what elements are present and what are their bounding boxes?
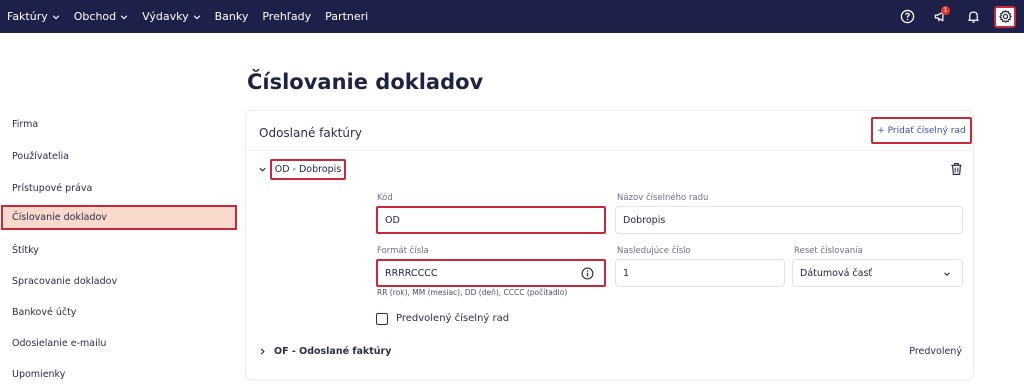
code-label: Kód bbox=[377, 193, 393, 203]
sidebar-item-upomienky[interactable]: Upomienky bbox=[12, 369, 65, 380]
settings-button[interactable] bbox=[994, 5, 1016, 28]
sidebar-item-pristupove-prava[interactable]: Prístupové práva bbox=[12, 183, 92, 194]
reset-select-value: Dátumová časť bbox=[800, 267, 873, 279]
trash-icon[interactable] bbox=[950, 162, 963, 176]
nav-faktury-label: Faktúry bbox=[7, 10, 48, 23]
reset-select[interactable]: Dátumová časť bbox=[792, 259, 963, 287]
next-number-input[interactable]: 1 bbox=[615, 259, 785, 287]
nav-prehlady[interactable]: Prehľady bbox=[262, 10, 311, 23]
nav-vydavky[interactable]: Výdavky bbox=[142, 10, 200, 23]
notification-badge: 1 bbox=[941, 5, 950, 15]
nav-prehlady-label: Prehľady bbox=[262, 10, 312, 23]
default-series-checkbox-label[interactable]: Predvolený číselný rad bbox=[396, 313, 509, 324]
nav-banky-label: Banky bbox=[214, 10, 249, 23]
code-input[interactable]: OD bbox=[376, 206, 606, 234]
nav-banky[interactable]: Banky bbox=[215, 10, 249, 23]
sidebar-item-odosielanie-emailu[interactable]: Odosielanie e-mailu bbox=[12, 338, 106, 349]
default-series-checkbox[interactable] bbox=[376, 313, 388, 325]
chevron-down-icon bbox=[52, 14, 59, 19]
sidebar-item-stitky[interactable]: Štítky bbox=[12, 245, 39, 256]
series-of-toggle[interactable]: OF - Odoslané faktúry bbox=[274, 346, 391, 357]
help-button[interactable] bbox=[895, 5, 919, 29]
format-input[interactable]: RRRRCCCC bbox=[376, 259, 606, 287]
format-hint: RR (rok), MM (mesiac), DD (deň), CCCC (p… bbox=[377, 288, 568, 297]
nav-obchod-label: Obchod bbox=[73, 10, 117, 23]
announcements-button[interactable]: 1 bbox=[928, 5, 952, 29]
sidebar-item-firma[interactable]: Firma bbox=[12, 119, 38, 130]
top-icons: 1 bbox=[895, 0, 1016, 33]
series-od-toggle[interactable]: OD - Dobropis bbox=[270, 159, 346, 180]
chevron-down-icon bbox=[193, 14, 200, 19]
format-value: RRRRCCCC bbox=[385, 267, 438, 279]
next-number-label: Nasledujúce číslo bbox=[617, 246, 691, 256]
chevron-down-icon[interactable] bbox=[258, 165, 267, 174]
chevron-right-icon[interactable] bbox=[258, 347, 267, 356]
nav-obchod[interactable]: Obchod bbox=[74, 10, 128, 23]
bell-icon bbox=[967, 11, 979, 23]
card-divider bbox=[246, 150, 973, 151]
help-circle-icon bbox=[900, 9, 914, 24]
default-status-label: Predvolený bbox=[909, 346, 962, 357]
sidebar-item-label: Číslovanie dokladov bbox=[12, 212, 107, 223]
chevron-down-icon bbox=[944, 272, 950, 276]
format-label: Formát čísla bbox=[377, 246, 429, 256]
sidebar-item-pouzivatelia[interactable]: Používatelia bbox=[12, 151, 69, 162]
gear-icon bbox=[998, 10, 1012, 23]
card-title: Odoslané faktúry bbox=[259, 126, 363, 140]
top-nav: Faktúry Obchod Výdavky Banky Prehľady Pa… bbox=[0, 0, 1024, 33]
info-icon[interactable] bbox=[581, 267, 594, 280]
sidebar-item-bankove-ucty[interactable]: Bankové účty bbox=[12, 307, 76, 318]
add-number-series-button[interactable]: + Pridať číselný rad bbox=[871, 117, 972, 144]
page-title: Číslovanie dokladov bbox=[247, 70, 484, 94]
nav-partneri-label: Partneri bbox=[325, 10, 369, 23]
nav-faktury[interactable]: Faktúry bbox=[7, 10, 60, 23]
sidebar-item-spracovanie-dokladov[interactable]: Spracovanie dokladov bbox=[12, 276, 117, 287]
chevron-down-icon bbox=[120, 14, 128, 19]
notifications-button[interactable] bbox=[961, 5, 985, 29]
nav-vydavky-label: Výdavky bbox=[142, 10, 189, 23]
name-label: Názov číselného radu bbox=[617, 193, 709, 203]
reset-label: Reset číslovania bbox=[794, 246, 863, 256]
name-input[interactable]: Dobropis bbox=[615, 206, 963, 234]
nav-partneri[interactable]: Partneri bbox=[325, 10, 368, 23]
sidebar-item-cislovanie-dokladov[interactable]: Číslovanie dokladov bbox=[1, 205, 237, 230]
